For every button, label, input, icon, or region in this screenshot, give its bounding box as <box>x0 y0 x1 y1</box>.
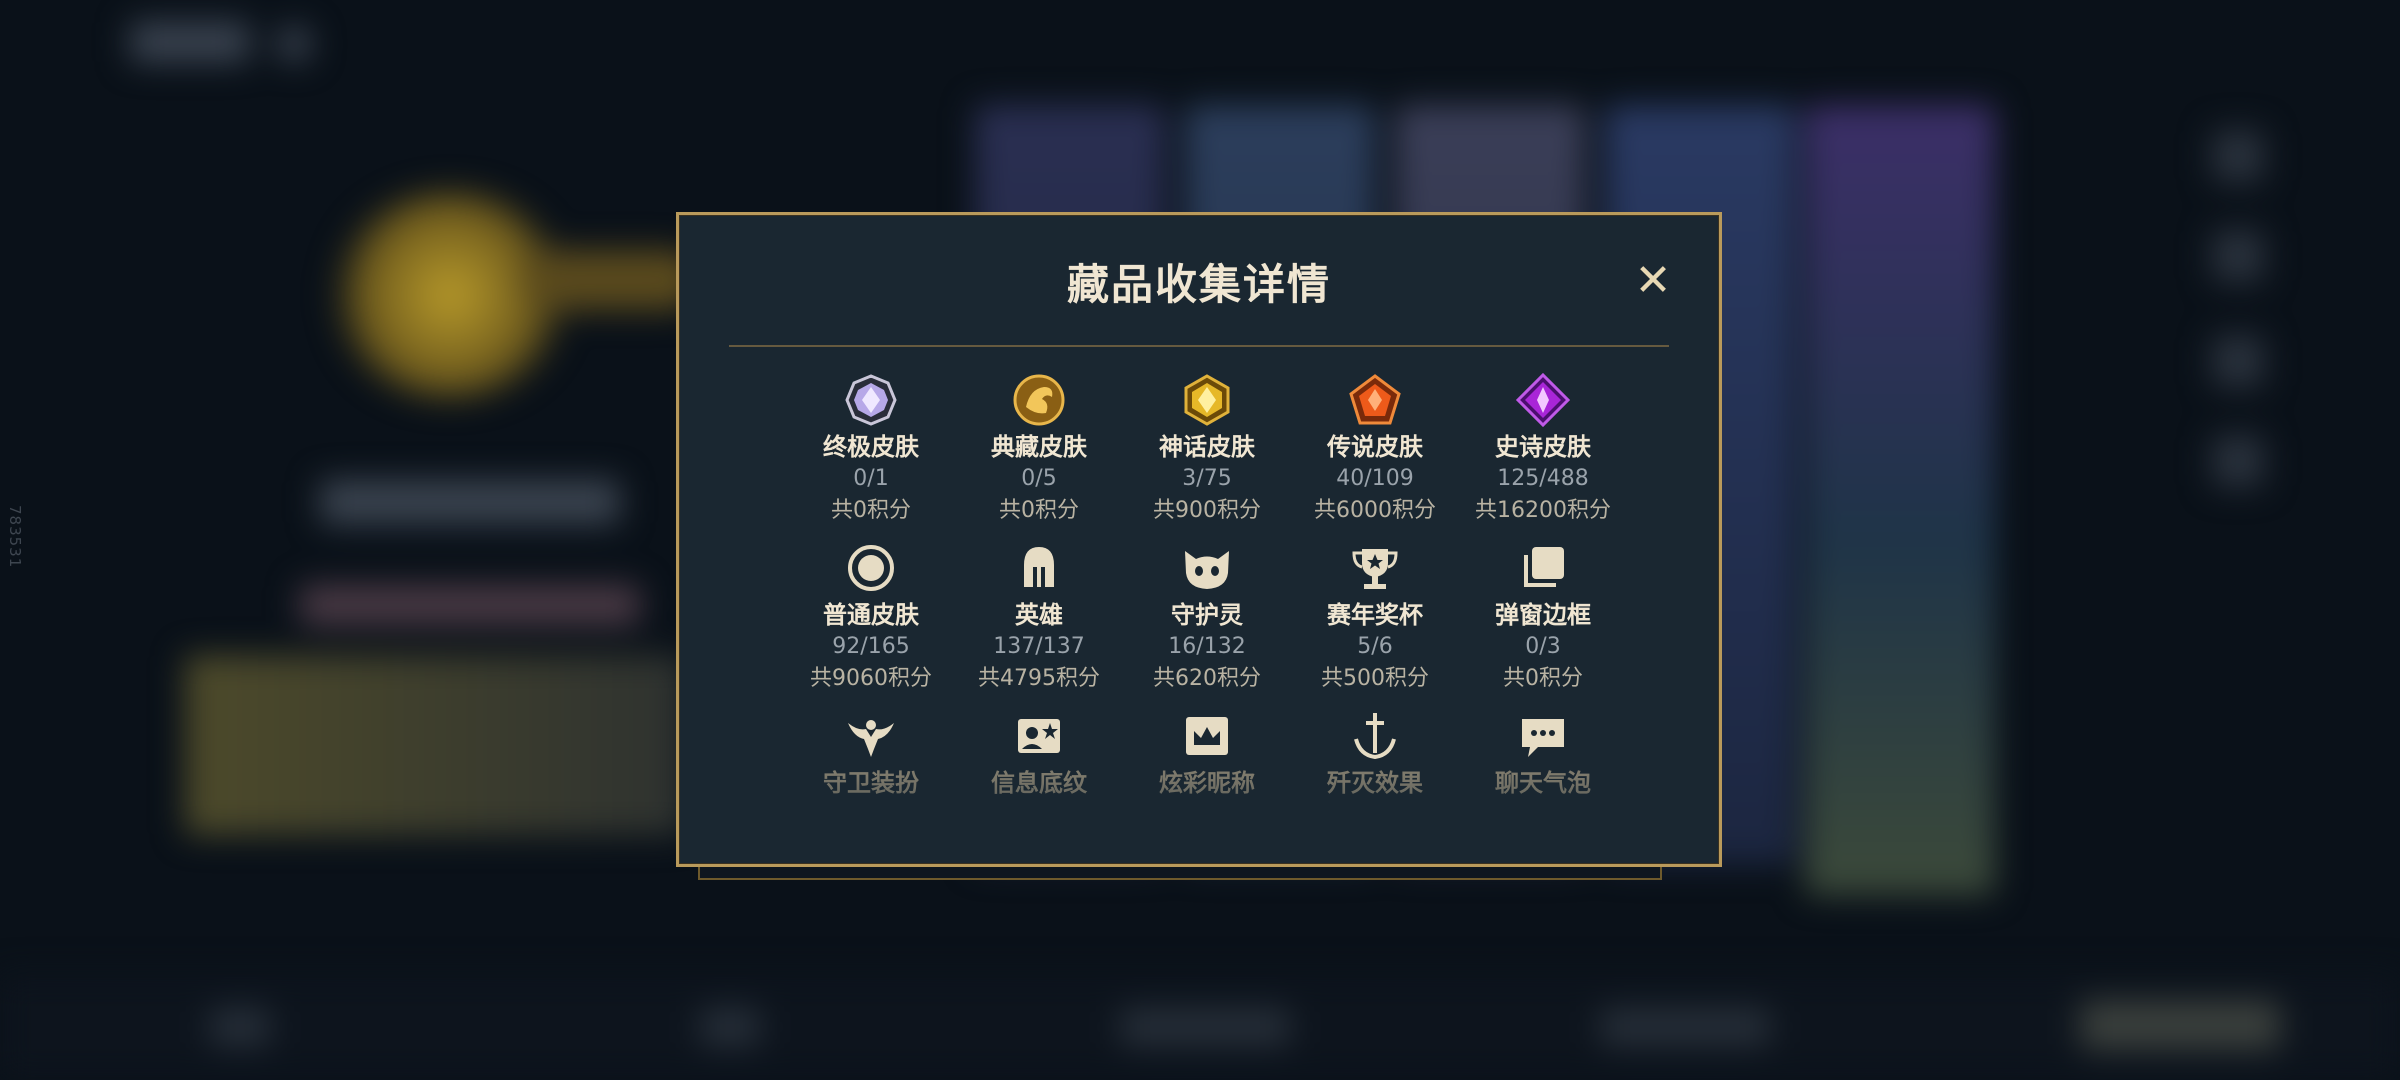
bg-side-icon <box>2212 335 2264 387</box>
bg-top-title <box>130 22 250 62</box>
item-label: 传说皮肤 <box>1327 433 1423 461</box>
sword-anchor-icon <box>1354 713 1396 760</box>
collection-item-ultimate-skin[interactable]: 终极皮肤 0/1 共0积分 <box>787 373 955 527</box>
item-label: 史诗皮肤 <box>1495 433 1591 461</box>
item-count: 16/132 <box>1168 634 1246 659</box>
ward-icon <box>848 720 894 757</box>
bg-bottom-item <box>1600 1008 1770 1046</box>
item-points: 共16200积分 <box>1475 498 1611 523</box>
item-points: 共0积分 <box>831 498 911 523</box>
item-count: 137/137 <box>993 634 1085 659</box>
title-divider <box>729 345 1669 347</box>
bg-bottom-item <box>210 1008 270 1046</box>
collection-item-epic-skin[interactable]: 史诗皮肤 125/488 共16200积分 <box>1459 373 1627 527</box>
collection-item-mythic-skin[interactable]: 神话皮肤 3/75 共900积分 <box>1123 373 1291 527</box>
side-version-note: 783531 <box>6 505 24 569</box>
stacked-frames-icon <box>1524 547 1564 587</box>
item-count: 0/1 <box>853 466 889 491</box>
item-count: 40/109 <box>1336 466 1414 491</box>
bg-bottom-item <box>1120 1008 1290 1046</box>
item-label: 弹窗边框 <box>1495 601 1591 629</box>
item-points: 共900积分 <box>1153 498 1261 523</box>
bg-bottom-item <box>700 1008 760 1046</box>
item-points: 共4795积分 <box>978 666 1100 691</box>
scroll-fade-overlay <box>739 775 1659 835</box>
guardian-face-icon <box>1185 551 1229 589</box>
bg-top-icon <box>276 26 312 62</box>
close-icon[interactable]: ✕ <box>1631 259 1675 303</box>
bg-banner <box>185 655 685 835</box>
bg-player-subtitle <box>300 585 640 625</box>
ultimate-gem-icon <box>845 374 897 426</box>
orange-pentagon-gem-icon <box>1349 374 1401 425</box>
item-count: 3/75 <box>1182 466 1232 491</box>
collection-item-season-trophy[interactable]: 赛年奖杯 5/6 共500积分 <box>1291 541 1459 695</box>
item-label: 赛年奖杯 <box>1327 601 1423 629</box>
item-label: 典藏皮肤 <box>991 433 1087 461</box>
ring-icon <box>848 545 894 591</box>
chat-bubble-icon <box>1522 719 1564 757</box>
collection-item-common-skin[interactable]: 普通皮肤 92/165 共9060积分 <box>787 541 955 695</box>
collection-item-hero[interactable]: 英雄 137/137 共4795积分 <box>955 541 1123 695</box>
item-points: 共6000积分 <box>1314 498 1436 523</box>
item-points: 共9060积分 <box>810 666 932 691</box>
item-count: 125/488 <box>1497 466 1589 491</box>
item-label: 守护灵 <box>1171 601 1243 629</box>
crown-card-icon <box>1186 717 1228 755</box>
item-points: 共500积分 <box>1321 666 1429 691</box>
item-count: 0/3 <box>1525 634 1561 659</box>
item-points: 共620积分 <box>1153 666 1261 691</box>
bg-card-tile <box>1805 105 1995 895</box>
collection-item-guardian[interactable]: 守护灵 16/132 共620积分 <box>1123 541 1291 695</box>
item-points: 共0积分 <box>999 498 1079 523</box>
bg-emblem-wing <box>520 250 700 310</box>
collection-details-dialog: 藏品收集详情 ✕ 终极皮肤 0/1 共0积分 典藏皮肤 0/5 共0积分 神话皮… <box>676 212 1722 867</box>
collection-item-popup-frame[interactable]: 弹窗边框 0/3 共0积分 <box>1459 541 1627 695</box>
item-label: 神话皮肤 <box>1159 433 1255 461</box>
bg-player-name <box>320 480 620 524</box>
item-count: 5/6 <box>1357 634 1393 659</box>
bg-bottom-button <box>2080 1000 2280 1050</box>
item-count: 0/5 <box>1021 466 1057 491</box>
dialog-title: 藏品收集详情 <box>1066 260 1331 309</box>
item-label: 英雄 <box>1015 601 1063 629</box>
purple-diamond-gem-icon <box>1516 373 1570 427</box>
item-label: 普通皮肤 <box>823 601 919 629</box>
bg-side-icon <box>2212 230 2264 282</box>
helmet-icon <box>1024 547 1054 587</box>
item-count: 92/165 <box>832 634 910 659</box>
item-label: 终极皮肤 <box>823 433 919 461</box>
collection-item-legacy-skin[interactable]: 典藏皮肤 0/5 共0积分 <box>955 373 1123 527</box>
bg-side-icon <box>2212 435 2264 487</box>
dragon-coin-icon <box>1013 374 1065 426</box>
item-points: 共0积分 <box>1503 666 1583 691</box>
trophy-icon <box>1352 549 1398 589</box>
info-card-icon <box>1018 719 1060 753</box>
bg-side-icon <box>2212 130 2264 182</box>
gold-hexagon-gem-icon <box>1184 374 1230 426</box>
collection-item-legendary-skin[interactable]: 传说皮肤 40/109 共6000积分 <box>1291 373 1459 527</box>
